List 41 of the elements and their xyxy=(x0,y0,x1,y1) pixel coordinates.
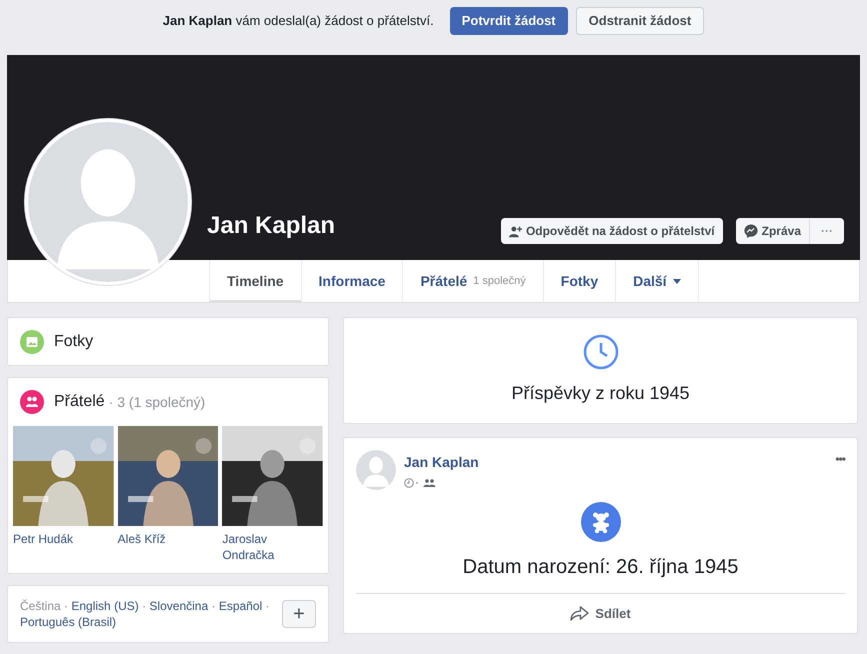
card-title: Fotky xyxy=(54,332,94,352)
mutual-count: 1 společný xyxy=(473,274,526,289)
friends-icon xyxy=(20,390,44,414)
year-title: Příspěvky z roku 1945 xyxy=(511,382,690,405)
birth-date-text: Datum narození: 26. října 1945 xyxy=(462,555,738,580)
teddy-bear-icon xyxy=(580,502,620,542)
separator-dot: · xyxy=(142,599,146,613)
author-avatar xyxy=(356,450,396,490)
add-person-icon xyxy=(508,224,522,238)
message-button[interactable]: Zpráva xyxy=(736,218,810,244)
language-link[interactable]: Slovenčina xyxy=(149,599,208,613)
profile-name: Jan Kaplan xyxy=(207,211,336,241)
remove-button[interactable]: Odstranit žádost xyxy=(576,7,704,35)
clock-icon xyxy=(582,334,618,370)
separator-dot: · xyxy=(64,599,68,613)
card-title: Přátelé xyxy=(54,392,105,412)
profile-tab[interactable]: Přátelé 1 společný xyxy=(402,260,543,302)
post-menu-button[interactable]: ••• xyxy=(835,450,845,468)
language-link[interactable]: Español xyxy=(218,599,262,613)
friends-count: · 3 (1 společný) xyxy=(108,392,206,412)
profile-tab[interactable]: Informace xyxy=(300,260,402,302)
friend-name-link[interactable]: Jaroslav Ondračka xyxy=(222,531,323,563)
profile-tab[interactable]: Další xyxy=(615,260,699,302)
request-message: Jan Kaplan vám odeslal(a) žádost o přátelství. xyxy=(162,12,434,30)
friend-name-link[interactable]: Aleš Kříž xyxy=(118,531,218,563)
share-button[interactable]: Sdílet xyxy=(570,604,631,624)
friend-name-link[interactable]: Petr Hudák xyxy=(13,531,114,563)
messenger-icon xyxy=(744,224,758,238)
profile-tab[interactable]: Fotky xyxy=(542,260,616,302)
language-link[interactable]: English (US) xyxy=(71,599,139,613)
add-language-button[interactable]: + xyxy=(282,600,316,628)
profile-tab[interactable]: Timeline xyxy=(209,260,301,302)
share-icon xyxy=(570,606,590,621)
confirm-button[interactable]: Potvrdit žádost xyxy=(450,7,568,35)
friend-request-button[interactable]: Odpovědět na žádost o přátelství xyxy=(500,218,723,244)
photo-icon xyxy=(20,330,44,354)
separator-dot: · xyxy=(266,599,270,613)
language-link[interactable]: Português (Brasil) xyxy=(20,615,116,629)
separator-dot: · xyxy=(211,599,216,613)
author-name-link[interactable]: Jan Kaplan xyxy=(404,452,828,473)
time-audience-icon xyxy=(404,477,438,489)
